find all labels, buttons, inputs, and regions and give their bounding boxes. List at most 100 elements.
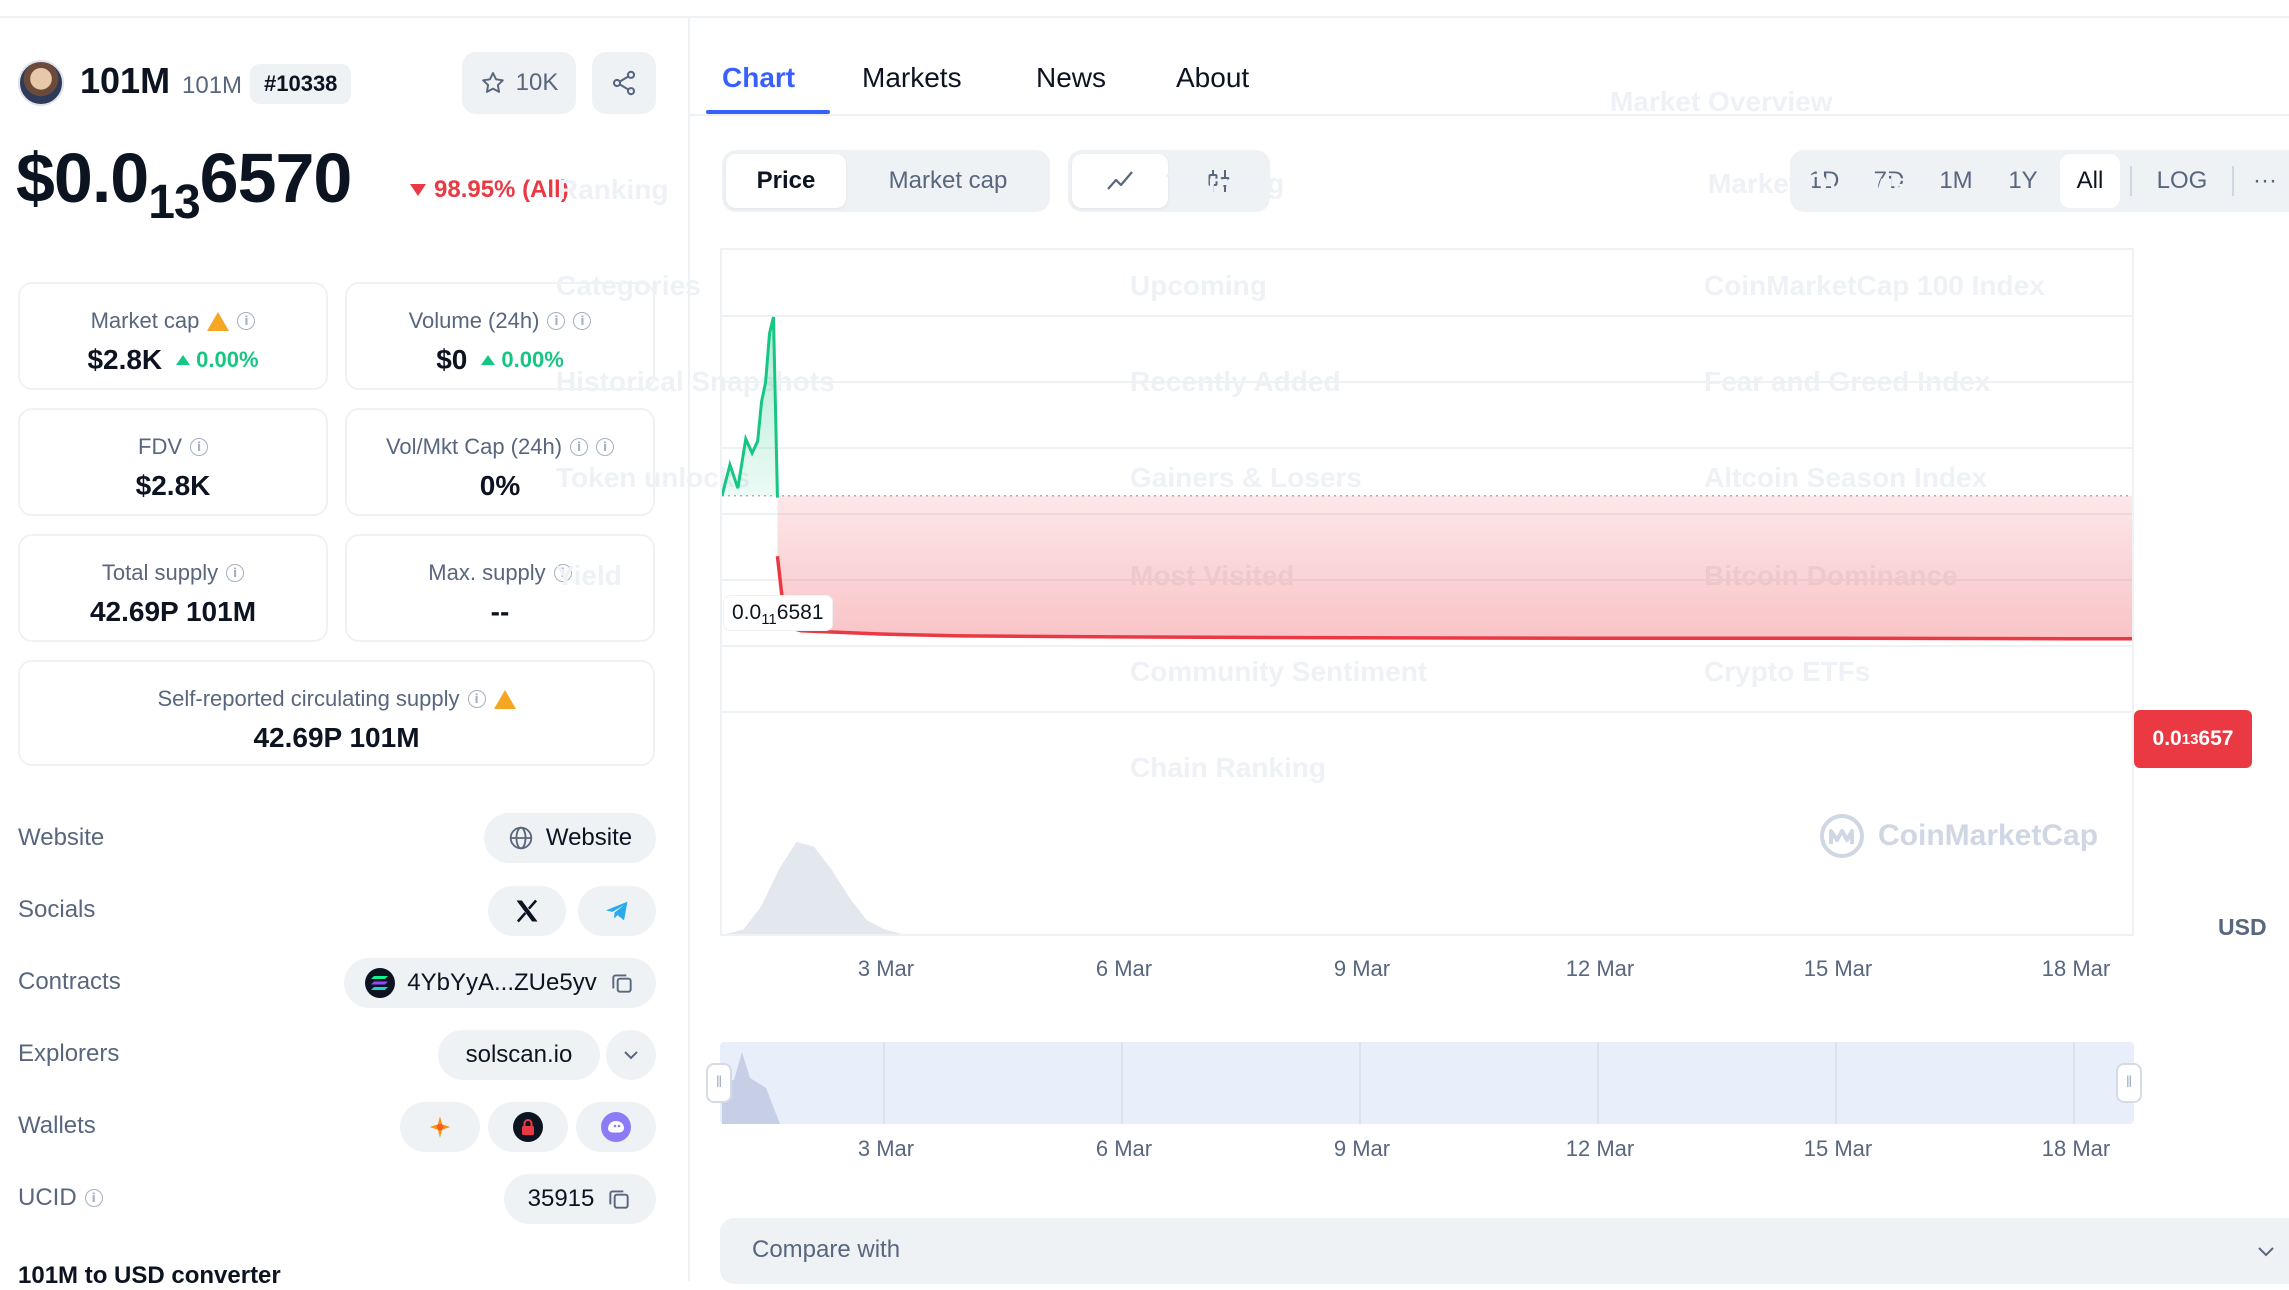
- stat-fdv: FDV i $2.8K: [18, 408, 328, 516]
- info-icon[interactable]: i: [573, 312, 592, 330]
- price-change: 98.95% (All): [410, 176, 569, 204]
- socials-label: Socials: [18, 896, 96, 923]
- stat-value: $2.8K: [87, 344, 163, 375]
- current-price-label: 0.0 13 657: [2134, 710, 2252, 768]
- info-icon[interactable]: i: [190, 438, 208, 456]
- x-tick-label: 9 Mar: [1333, 956, 1391, 981]
- stat-value: 42.69P 101M: [253, 722, 420, 753]
- stat-value: 0%: [479, 470, 521, 501]
- explorers-label: Explorers: [18, 1040, 120, 1067]
- range-all[interactable]: All: [2060, 154, 2120, 208]
- wallets-label: Wallets: [18, 1112, 96, 1139]
- copy-icon[interactable]: [606, 1186, 632, 1212]
- stat-label: Total supply: [101, 560, 219, 585]
- navigator-tick-label: 15 Mar: [1803, 1136, 1873, 1161]
- chevron-down-icon: [2258, 1247, 2274, 1257]
- watchlist-count: 10K: [515, 69, 559, 96]
- range-1y[interactable]: 1Y: [1992, 154, 2054, 208]
- coinmarketcap-watermark: CoinMarketCap: [1818, 812, 2098, 860]
- more-options-button[interactable]: ···: [2240, 154, 2289, 208]
- tab-markets[interactable]: Markets: [862, 62, 962, 94]
- info-icon[interactable]: i: [596, 438, 615, 456]
- star-icon: [481, 72, 504, 93]
- rank-badge: #10338: [250, 64, 352, 104]
- start-price-label: 0.0116581: [724, 596, 832, 630]
- market-cap-option[interactable]: Market cap: [850, 154, 1046, 208]
- info-icon[interactable]: i: [237, 312, 256, 330]
- wallet-button[interactable]: [576, 1102, 656, 1152]
- range-1m[interactable]: 1M: [1924, 154, 1988, 208]
- line-chart-icon: [1107, 171, 1133, 190]
- range-navigator[interactable]: [720, 1042, 2134, 1124]
- telegram-button[interactable]: [578, 886, 656, 936]
- telegram-icon: [605, 901, 628, 921]
- coinmarketcap-logo-icon: [1820, 814, 1864, 858]
- stat-value: 42.69P 101M: [89, 596, 257, 627]
- navigator-svg: [722, 1042, 2075, 1124]
- stat-value: $2.8K: [135, 470, 211, 501]
- info-icon[interactable]: i: [467, 690, 486, 708]
- info-icon[interactable]: i: [226, 564, 245, 582]
- stat-total-supply: Total supply i 42.69P 101M: [18, 534, 328, 642]
- copy-icon[interactable]: [609, 970, 635, 996]
- navigator-left-handle[interactable]: ǁ: [706, 1063, 732, 1103]
- log-scale-toggle[interactable]: LOG: [2140, 154, 2224, 208]
- active-tab-indicator: [706, 110, 830, 114]
- coin-name: 101M: [80, 60, 171, 101]
- stat-label: Self-reported circulating supply: [157, 686, 460, 711]
- x-logo-icon: [516, 899, 538, 923]
- info-icon[interactable]: i: [84, 1189, 103, 1207]
- coin-price: $0.0136570: [16, 139, 352, 229]
- converter-heading: 101M to USD converter: [18, 1262, 281, 1289]
- coin-symbol: 101M: [182, 72, 243, 99]
- ghost-menu-item: Market Overview: [1610, 86, 1833, 117]
- caret-up-icon: [176, 355, 191, 365]
- wallet-button[interactable]: [488, 1102, 568, 1152]
- panel-divider: [688, 18, 690, 1281]
- website-button[interactable]: Website: [484, 813, 656, 863]
- explorers-dropdown[interactable]: [606, 1030, 656, 1080]
- ghost-menu-item: Market Overview: [1708, 168, 1931, 199]
- explorer-button[interactable]: solscan.io: [438, 1030, 600, 1080]
- navigator-tick-label: 3 Mar: [857, 1136, 915, 1161]
- compare-with-dropdown[interactable]: Compare with: [720, 1218, 2289, 1284]
- stat-change: 0.00%: [176, 347, 259, 373]
- tab-news[interactable]: News: [1036, 62, 1106, 94]
- info-icon[interactable]: i: [547, 312, 566, 330]
- x-twitter-button[interactable]: [488, 886, 566, 936]
- metric-toggle: Price Market cap: [722, 150, 1050, 212]
- stat-value: --: [490, 596, 510, 627]
- line-chart-button[interactable]: [1072, 154, 1168, 208]
- contract-address-button[interactable]: 4YbYyA...ZUe5yv: [344, 958, 656, 1008]
- volume-area: [726, 842, 902, 934]
- navigator-tick-label: 18 Mar: [2041, 1136, 2111, 1161]
- lock-wallet-icon: [513, 1112, 543, 1142]
- ucid-button[interactable]: 35915: [504, 1174, 656, 1224]
- stat-label: Vol/Mkt Cap (24h): [385, 434, 563, 459]
- price-option[interactable]: Price: [726, 154, 846, 208]
- ghost-menu-item: Yield: [556, 560, 622, 591]
- stat-label: FDV: [138, 434, 182, 459]
- tabs-divider: [690, 114, 2289, 116]
- x-tick-label: 12 Mar: [1565, 956, 1635, 981]
- info-icon[interactable]: i: [570, 438, 589, 456]
- share-icon: [612, 70, 636, 96]
- navigator-right-handle[interactable]: ǁ: [2116, 1063, 2142, 1103]
- tab-about[interactable]: About: [1176, 62, 1249, 94]
- x-tick-label: 6 Mar: [1095, 956, 1153, 981]
- wallet-button[interactable]: [400, 1102, 480, 1152]
- stat-label: Market cap: [90, 308, 200, 333]
- navigator-tick-label: 6 Mar: [1095, 1136, 1153, 1161]
- contracts-label: Contracts: [18, 968, 121, 995]
- globe-icon: [509, 826, 533, 850]
- ghost-menu-item: Trending: [1166, 168, 1285, 199]
- tab-chart[interactable]: Chart: [722, 62, 795, 94]
- stat-circulating-supply: Self-reported circulating supply i 42.69P…: [18, 660, 655, 766]
- loss-area: [777, 495, 2148, 639]
- share-button[interactable]: [592, 52, 656, 114]
- compare-label: Compare with: [752, 1236, 901, 1263]
- stat-label: Volume (24h): [408, 308, 540, 333]
- watchlist-button[interactable]: 10K: [462, 52, 576, 114]
- x-tick-label: 18 Mar: [2041, 956, 2111, 981]
- ghost-menu-item: Ranking: [558, 174, 669, 205]
